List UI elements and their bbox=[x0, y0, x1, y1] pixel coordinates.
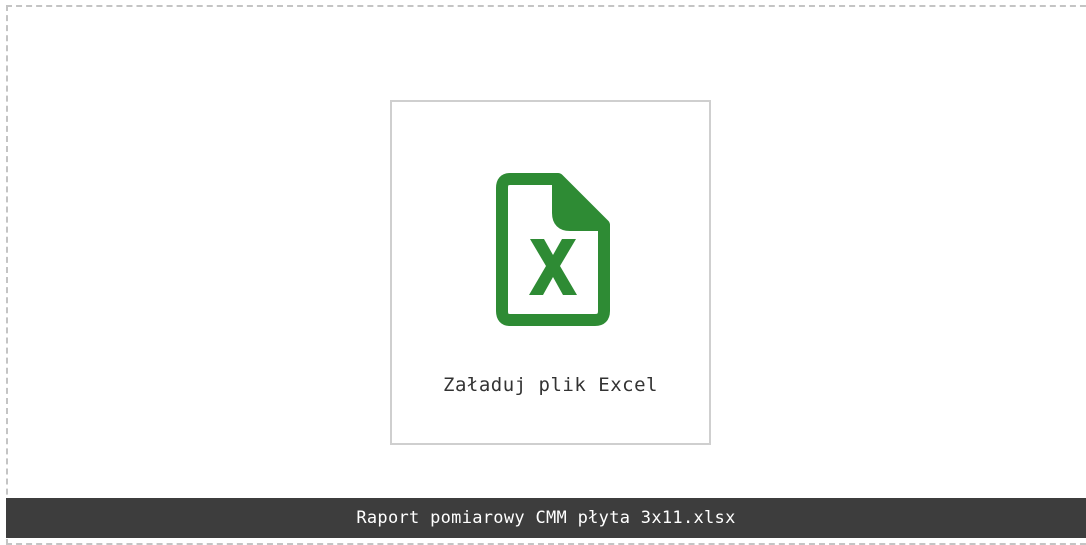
excel-file-icon bbox=[496, 173, 610, 326]
upload-label: Załaduj plik Excel bbox=[443, 374, 658, 396]
selected-file-name: Raport pomiarowy CMM płyta 3x11.xlsx bbox=[356, 508, 736, 528]
upload-excel-button[interactable]: Załaduj plik Excel bbox=[390, 100, 711, 445]
selected-file-bar: Raport pomiarowy CMM płyta 3x11.xlsx bbox=[6, 498, 1086, 538]
